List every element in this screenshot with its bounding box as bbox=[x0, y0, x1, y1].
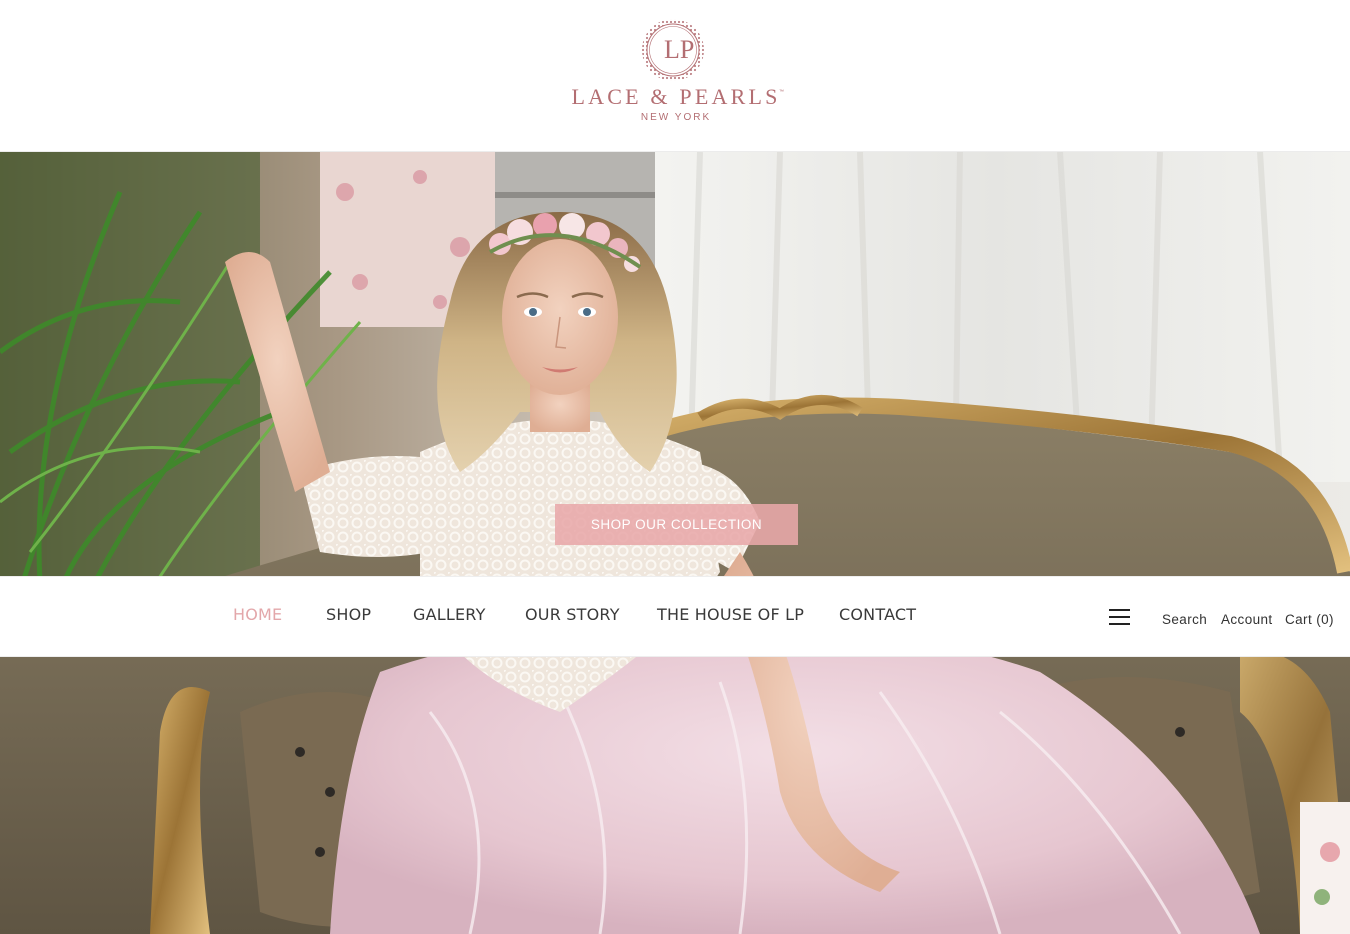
cart-link[interactable]: Cart (0) bbox=[1285, 612, 1334, 627]
nav-item-home[interactable]: HOME bbox=[233, 605, 282, 624]
logo-monogram-l: LP bbox=[664, 35, 694, 64]
nav-item-our-story[interactable]: OUR STORY bbox=[525, 605, 620, 624]
hamburger-icon[interactable] bbox=[1109, 609, 1130, 626]
main-navigation: HOME SHOP GALLERY OUR STORY THE HOUSE OF… bbox=[0, 577, 1350, 656]
logo-emblem: LP bbox=[642, 19, 704, 81]
brand-name: LACE & PEARLS bbox=[571, 84, 781, 109]
hamburger-line bbox=[1109, 609, 1130, 611]
trademark-mark: ™ bbox=[779, 89, 784, 95]
hamburger-line bbox=[1109, 616, 1130, 618]
brand-location: NEW YORK bbox=[640, 112, 712, 123]
brand-logo[interactable]: LP LACE & PEARLS ™ NEW YORK bbox=[565, 16, 787, 128]
hero-banner: SHOP OUR COLLECTION bbox=[0, 152, 1350, 934]
nav-item-the-house-of-lp[interactable]: THE HOUSE OF LP bbox=[657, 605, 804, 624]
hamburger-line bbox=[1109, 623, 1130, 625]
account-link[interactable]: Account bbox=[1221, 612, 1273, 627]
shop-our-collection-button[interactable]: SHOP OUR COLLECTION bbox=[555, 504, 798, 545]
site-header: LP LACE & PEARLS ™ NEW YORK bbox=[0, 0, 1350, 152]
nav-item-contact[interactable]: CONTACT bbox=[839, 605, 916, 624]
search-link[interactable]: Search bbox=[1162, 612, 1207, 627]
nav-item-gallery[interactable]: GALLERY bbox=[413, 605, 486, 624]
nav-item-shop[interactable]: SHOP bbox=[326, 605, 371, 624]
